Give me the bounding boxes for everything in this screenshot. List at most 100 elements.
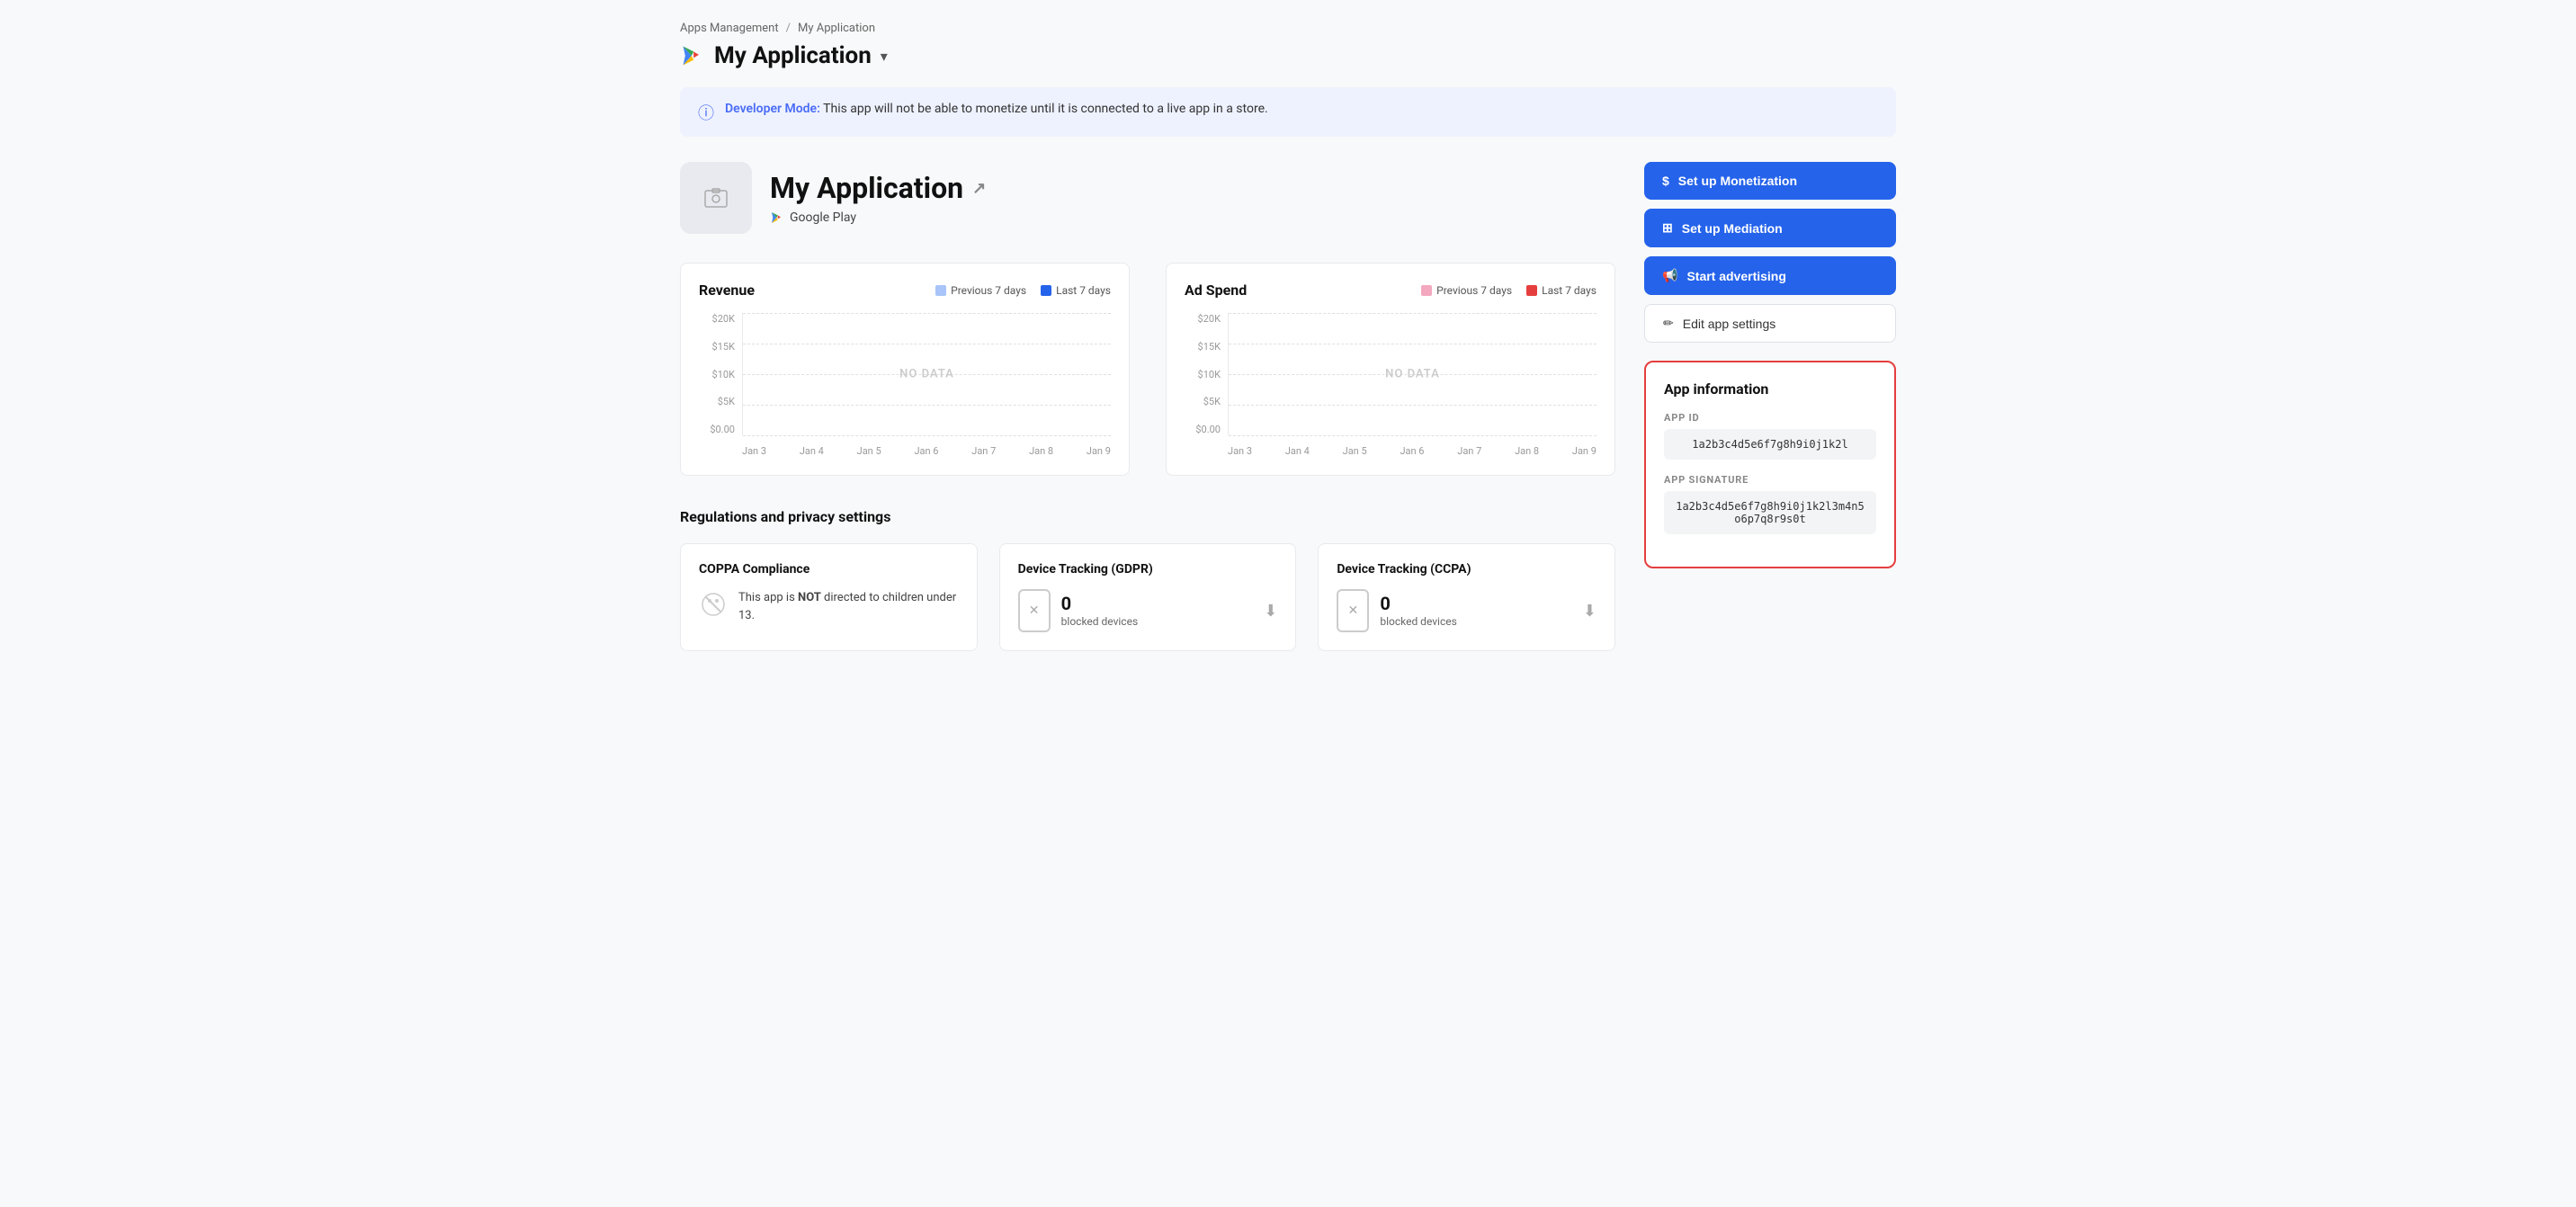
app-name-block: My Application ↗ Google Play: [770, 171, 986, 225]
set-up-mediation-button[interactable]: ⊞ Set up Mediation: [1644, 209, 1896, 247]
gdpr-download-icon[interactable]: ⬇: [1264, 602, 1277, 621]
charts-row: Revenue Previous 7 days Last 7 days: [680, 263, 1615, 476]
ccpa-card: Device Tracking (CCPA) ✕ 0 blocked devic…: [1318, 543, 1615, 651]
app-title-row: My Application ▾: [680, 42, 1896, 69]
ccpa-label: blocked devices: [1380, 614, 1456, 630]
revenue-plot-area: NO DATA: [742, 313, 1111, 435]
revenue-legend: Previous 7 days Last 7 days: [935, 284, 1111, 297]
app-name-text: My Application: [770, 171, 963, 205]
edit-app-settings-button[interactable]: ✏ Edit app settings: [1644, 304, 1896, 343]
regulations-section: Regulations and privacy settings COPPA C…: [680, 508, 1615, 651]
adspend-chart-header: Ad Spend Previous 7 days Last 7 days: [1185, 282, 1597, 299]
set-up-monetization-button[interactable]: $ Set up Monetization: [1644, 162, 1896, 200]
monetization-icon: $: [1662, 174, 1669, 188]
legend-last-label: Last 7 days: [1056, 284, 1111, 297]
breadcrumb-parent[interactable]: Apps Management: [680, 22, 779, 35]
compliance-grid: COPPA Compliance: [680, 543, 1615, 651]
adspend-x-labels: Jan 3Jan 4Jan 5Jan 6Jan 7Jan 8Jan 9: [1228, 445, 1597, 457]
adspend-legend-prev: Previous 7 days: [1421, 284, 1512, 297]
app-signature-value: 1a2b3c4d5e6f7g8h9i0j1k2l3m4n5o6p7q8r9s0t: [1664, 491, 1876, 534]
revenue-x-labels: Jan 3Jan 4Jan 5Jan 6Jan 7Jan 8Jan 9: [742, 445, 1111, 457]
coppa-card: COPPA Compliance: [680, 543, 978, 651]
adspend-chart-title: Ad Spend: [1185, 282, 1247, 299]
adspend-no-data: NO DATA: [1385, 368, 1440, 381]
revenue-legend-last: Last 7 days: [1041, 284, 1111, 297]
ccpa-count-row: ✕ 0 blocked devices ⬇: [1337, 589, 1597, 632]
revenue-y-labels: $20K$15K$10K$5K$0.00: [699, 313, 735, 435]
banner-description: This app will not be able to monetize un…: [823, 102, 1268, 116]
developer-mode-banner: ⓘ Developer Mode: This app will not be a…: [680, 87, 1896, 137]
breadcrumb-separator: /: [786, 22, 791, 35]
ccpa-download-icon[interactable]: ⬇: [1583, 602, 1597, 621]
gdpr-count-block: 0 blocked devices: [1061, 593, 1138, 630]
adspend-chart: Ad Spend Previous 7 days Last 7 days: [1166, 263, 1615, 476]
app-icon: [680, 162, 752, 234]
advertising-icon: 📢: [1662, 268, 1677, 283]
gdpr-count-left: ✕ 0 blocked devices: [1018, 589, 1138, 632]
left-panel: My Application ↗ Google Play: [680, 162, 1615, 651]
adspend-plot-area: NO DATA: [1228, 313, 1597, 435]
adspend-chart-area: $20K$15K$10K$5K$0.00 NO DATA: [1185, 313, 1597, 457]
adspend-legend-prev-dot: [1421, 285, 1432, 296]
app-id-value: 1a2b3c4d5e6f7g8h9i0j1k2l: [1664, 429, 1876, 460]
monetization-label: Set up Monetization: [1678, 174, 1797, 188]
right-panel: $ Set up Monetization ⊞ Set up Mediation…: [1644, 162, 1896, 568]
banner-text: Developer Mode: This app will not be abl…: [725, 100, 1268, 119]
app-header: My Application ↗ Google Play: [680, 162, 1615, 234]
external-link-icon[interactable]: ↗: [972, 179, 986, 198]
revenue-no-data: NO DATA: [899, 368, 954, 381]
advertising-label: Start advertising: [1686, 269, 1785, 283]
app-signature-label: APP SIGNATURE: [1664, 474, 1876, 486]
gdpr-title: Device Tracking (GDPR): [1018, 562, 1278, 577]
gdpr-card: Device Tracking (GDPR) ✕ 0 blocked devic…: [999, 543, 1297, 651]
page-title: My Application: [714, 42, 872, 69]
revenue-chart: Revenue Previous 7 days Last 7 days: [680, 263, 1130, 476]
main-content: My Application ↗ Google Play: [680, 162, 1896, 651]
ccpa-count: 0: [1380, 593, 1456, 614]
action-buttons: $ Set up Monetization ⊞ Set up Mediation…: [1644, 162, 1896, 343]
legend-last-dot: [1041, 285, 1051, 296]
revenue-chart-area: $20K$15K$10K$5K$0.00 NO DATA: [699, 313, 1111, 457]
breadcrumb-current: My Application: [798, 22, 875, 35]
app-id-label: APP ID: [1664, 412, 1876, 424]
app-info-card-title: App information: [1664, 380, 1876, 398]
breadcrumb: Apps Management / My Application: [680, 22, 1896, 35]
adspend-y-labels: $20K$15K$10K$5K$0.00: [1185, 313, 1221, 435]
ccpa-title: Device Tracking (CCPA): [1337, 562, 1597, 577]
ccpa-count-block: 0 blocked devices: [1380, 593, 1456, 630]
gdpr-label: blocked devices: [1061, 614, 1138, 630]
coppa-title: COPPA Compliance: [699, 562, 959, 577]
chart-header: Revenue Previous 7 days Last 7 days: [699, 282, 1111, 299]
legend-prev-dot: [935, 285, 946, 296]
app-info-card: App information APP ID 1a2b3c4d5e6f7g8h9…: [1644, 361, 1896, 568]
app-store-name: Google Play: [790, 210, 856, 225]
mediation-label: Set up Mediation: [1682, 221, 1783, 236]
edit-icon: ✏: [1663, 316, 1674, 331]
adspend-legend-last-dot: [1526, 285, 1537, 296]
gdpr-device-icon: ✕: [1018, 589, 1051, 632]
start-advertising-button[interactable]: 📢 Start advertising: [1644, 256, 1896, 295]
app-name-large: My Application ↗: [770, 171, 986, 205]
adspend-legend-last-label: Last 7 days: [1542, 284, 1597, 297]
legend-prev-label: Previous 7 days: [951, 284, 1026, 297]
app-store-row: Google Play: [770, 210, 986, 225]
regulations-title: Regulations and privacy settings: [680, 508, 1615, 525]
coppa-content: This app is NOT directed to children und…: [699, 589, 959, 624]
adspend-legend: Previous 7 days Last 7 days: [1421, 284, 1597, 297]
revenue-legend-prev: Previous 7 days: [935, 284, 1026, 297]
adspend-legend-prev-label: Previous 7 days: [1436, 284, 1512, 297]
google-play-icon: [680, 43, 705, 68]
gdpr-count-row: ✕ 0 blocked devices ⬇: [1018, 589, 1278, 632]
google-play-store-icon: [770, 210, 784, 225]
title-dropdown-arrow[interactable]: ▾: [881, 48, 888, 65]
ccpa-count-left: ✕ 0 blocked devices: [1337, 589, 1456, 632]
edit-settings-label: Edit app settings: [1683, 317, 1776, 331]
ccpa-device-icon: ✕: [1337, 589, 1369, 632]
coppa-icon: [699, 590, 728, 624]
adspend-legend-last: Last 7 days: [1526, 284, 1597, 297]
info-icon: ⓘ: [698, 101, 714, 124]
banner-label: Developer Mode:: [725, 102, 820, 116]
revenue-chart-title: Revenue: [699, 282, 755, 299]
coppa-text: This app is NOT directed to children und…: [738, 589, 959, 624]
mediation-icon: ⊞: [1662, 220, 1673, 236]
